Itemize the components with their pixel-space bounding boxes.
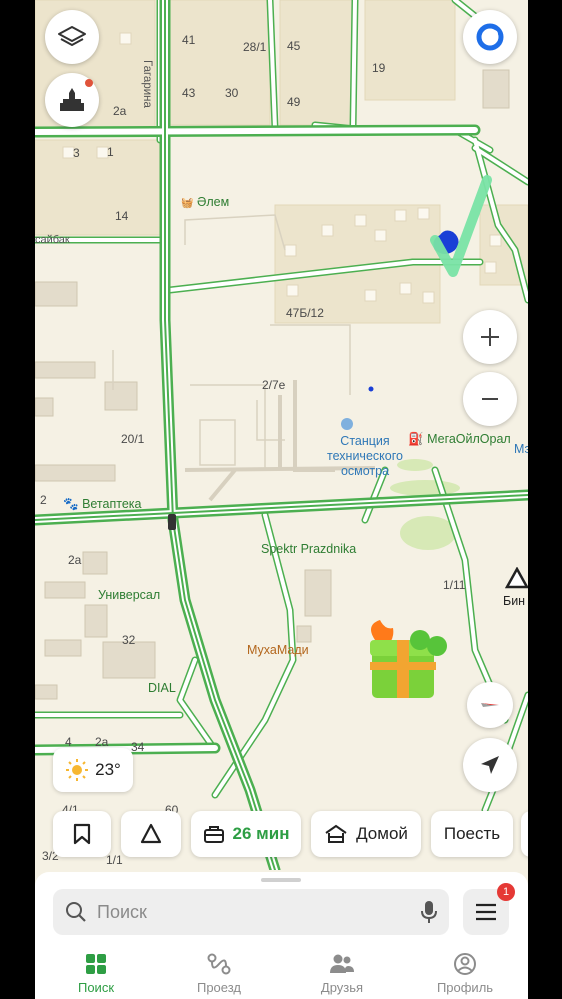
shop-basket-icon: 🧺 xyxy=(181,198,194,209)
tab-route[interactable]: Проезд xyxy=(174,952,264,995)
phone-screen: Гагарина сайбак 41 28/1 45 19 43 30 49 2… xyxy=(35,0,528,999)
tab-profile[interactable]: Профиль xyxy=(420,952,510,995)
my-location-button[interactable] xyxy=(463,738,517,792)
tab-label: Друзья xyxy=(320,980,364,995)
plus-icon xyxy=(481,328,499,346)
house-number: 45 xyxy=(287,39,301,53)
house-number: 4 xyxy=(65,735,72,749)
poi-bin[interactable]: Бин xyxy=(503,594,525,608)
fuel-icon: ⛽ xyxy=(408,432,424,446)
profile-icon xyxy=(454,953,476,975)
poi-dial[interactable]: DIAL xyxy=(148,681,176,695)
friends-icon xyxy=(330,954,354,973)
drag-handle[interactable] xyxy=(261,878,301,882)
tab-label: Профиль xyxy=(436,980,494,995)
search-placeholder: Поиск xyxy=(97,901,147,922)
route-icon xyxy=(207,953,231,975)
tab-search[interactable]: Поиск xyxy=(51,952,141,995)
microphone-icon[interactable] xyxy=(421,900,437,924)
station-pin-icon xyxy=(341,418,353,430)
navigator-button[interactable] xyxy=(121,811,181,857)
search-input[interactable]: Поиск xyxy=(53,889,449,935)
notification-badge: 1 xyxy=(497,883,515,901)
gift-promo-icon xyxy=(370,620,447,698)
house-number: 34 xyxy=(131,740,145,754)
house-number: 1/1 xyxy=(106,853,123,867)
map-canvas[interactable]: Гагарина сайбак 41 28/1 45 19 43 30 49 2… xyxy=(35,0,528,876)
house-number: 1 xyxy=(107,145,114,159)
eat-chip[interactable]: Поесть xyxy=(431,811,513,857)
temperature-text: 23° xyxy=(95,760,121,779)
poi-vetapteka[interactable]: 🐾 Ветаптека xyxy=(63,497,141,512)
house-number: 20/1 xyxy=(121,432,145,446)
more-chip[interactable] xyxy=(521,811,528,857)
navigator-icon xyxy=(140,823,162,844)
work-time-text: 26 мин xyxy=(232,824,290,843)
layers-icon xyxy=(58,26,86,46)
poi-alem[interactable]: 🧺 Әлем xyxy=(181,195,229,209)
house-number: 47Б/12 xyxy=(286,306,324,320)
house-number: 28/1 xyxy=(243,40,267,54)
grid-icon xyxy=(86,954,106,974)
tab-friends[interactable]: Друзья xyxy=(297,952,387,995)
paw-icon: 🐾 xyxy=(63,497,79,511)
bookmarks-button[interactable] xyxy=(53,811,111,857)
home-icon xyxy=(325,824,347,843)
poi-spektr[interactable]: Spektr Prazdnika xyxy=(261,542,356,556)
poi-universal[interactable]: Универсал xyxy=(98,588,160,602)
sun-icon xyxy=(66,759,89,781)
assistant-button[interactable] xyxy=(463,10,517,64)
weather-widget[interactable]: 23° xyxy=(53,748,133,792)
house-number: 41 xyxy=(182,33,196,47)
menu-button[interactable]: 1 xyxy=(463,883,515,935)
traffic-light-icon xyxy=(168,514,176,530)
navigation-arrow-icon xyxy=(481,756,499,774)
warning-icon xyxy=(504,566,528,594)
house-number: 2а xyxy=(95,735,109,749)
house-number: 1/11 xyxy=(443,578,466,592)
layers-button[interactable] xyxy=(45,10,99,64)
notification-dot-icon xyxy=(85,79,93,87)
search-icon xyxy=(66,902,86,922)
house-number: 14 xyxy=(115,209,129,223)
zoom-in-button[interactable] xyxy=(463,310,517,364)
home-chip[interactable]: Домой xyxy=(311,811,421,857)
zoom-out-button[interactable] xyxy=(463,372,517,426)
compass-icon xyxy=(481,703,499,707)
street-label-gagarina: Гагарина xyxy=(141,60,153,108)
assistant-icon xyxy=(476,23,504,51)
poi-megaoil[interactable]: ⛽ МегаОйлОрал xyxy=(408,432,511,447)
house-number: 2 xyxy=(40,493,47,507)
poi-station[interactable]: Станция технического осмотра xyxy=(305,434,425,479)
compass-button[interactable] xyxy=(467,682,513,728)
street-label-saybak: сайбак xyxy=(35,234,70,246)
house-number: 2/7е xyxy=(262,378,286,392)
poi-mz[interactable]: Мэ xyxy=(514,442,528,456)
house-number: 49 xyxy=(287,95,301,109)
annotation-checkmark-icon xyxy=(430,175,492,277)
poi-mukhamadi[interactable]: МухаМади xyxy=(247,643,309,657)
house-number: 2а xyxy=(68,553,82,567)
house-number: 32 xyxy=(122,633,136,647)
eat-label: Поесть xyxy=(443,824,501,843)
landmarks-button[interactable] xyxy=(45,73,99,127)
house-number: 2а xyxy=(113,104,127,118)
work-route-chip[interactable]: 26 мин xyxy=(191,811,301,857)
house-number: 3 xyxy=(73,146,80,160)
briefcase-icon xyxy=(203,826,224,843)
tab-label: Поиск xyxy=(77,980,115,995)
landmark-building-icon xyxy=(60,88,84,111)
hamburger-menu-icon xyxy=(476,903,496,921)
minus-icon xyxy=(482,398,498,400)
tab-label: Проезд xyxy=(196,980,241,995)
house-number: 30 xyxy=(225,86,239,100)
house-number: 19 xyxy=(372,61,386,75)
bottom-sheet: Поиск 1 Поиск Проезд Друзья Профиль xyxy=(35,872,528,999)
house-number: 43 xyxy=(182,86,196,100)
bookmark-icon xyxy=(73,823,91,845)
home-label: Домой xyxy=(356,824,408,843)
